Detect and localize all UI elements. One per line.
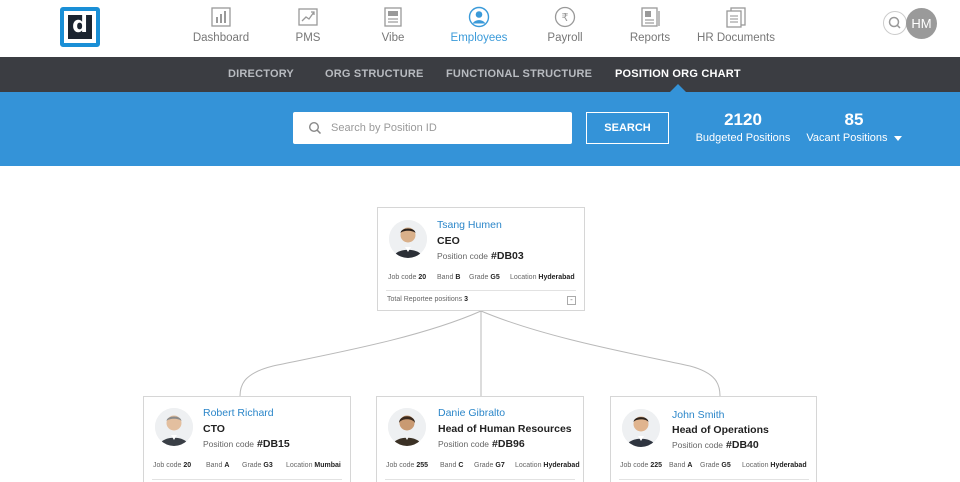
nav-label: Vibe <box>381 32 405 44</box>
location: Location Hyderabad <box>742 462 807 469</box>
nav-dashboard[interactable]: Dashboard <box>176 6 266 44</box>
position-code: Position code #DB40 <box>672 439 759 451</box>
position-title: CTO <box>203 423 225 435</box>
app-logo[interactable]: d <box>60 7 100 47</box>
vacant-positions-count: 85 <box>844 110 864 129</box>
position-title: CEO <box>437 235 460 247</box>
job-code: Job code 255 <box>386 462 429 469</box>
position-card-child[interactable]: Robert Richard CTO Position code #DB15 Jo… <box>143 396 351 482</box>
employee-photo <box>155 408 193 446</box>
job-code: Job code 225 <box>620 462 663 469</box>
grade: Grade G7 <box>474 462 505 469</box>
nav-hr-documents[interactable]: HR Documents <box>691 6 781 44</box>
nav-employees[interactable]: Employees <box>434 6 524 44</box>
rupee-icon: ₹ <box>554 6 576 28</box>
job-code: Job code 20 <box>153 462 192 469</box>
nav-label: Dashboard <box>192 32 250 44</box>
position-code: Position code #DB15 <box>203 438 290 450</box>
search-button[interactable]: SEARCH <box>586 112 669 144</box>
org-chart: Tsang Humen CEO Position code #DB03 Job c… <box>0 166 960 482</box>
vacant-positions-label: Vacant Positions <box>806 132 888 144</box>
position-code: Position code #DB03 <box>437 250 524 262</box>
nav-label: PMS <box>295 32 321 44</box>
position-card-child[interactable]: Danie Gibralto Head of Human Resources P… <box>376 396 584 482</box>
svg-text:₹: ₹ <box>562 11 569 24</box>
position-search-field <box>293 112 572 144</box>
employee-name[interactable]: Tsang Humen <box>437 219 502 231</box>
location: Location Hyderabad <box>510 274 575 281</box>
grade: Grade G5 <box>700 462 731 469</box>
card-divider <box>152 479 342 480</box>
search-icon <box>308 121 322 135</box>
grade: Grade G5 <box>469 274 500 281</box>
band: Band B <box>437 274 461 281</box>
bar-chart-icon <box>211 7 231 27</box>
location: Location Mumbai <box>286 462 341 469</box>
tab-directory[interactable]: DIRECTORY <box>228 57 294 92</box>
employee-name[interactable]: Danie Gibralto <box>438 407 505 419</box>
logo-letter: d <box>68 15 92 39</box>
global-search-button[interactable] <box>883 11 907 35</box>
collapse-button[interactable]: - <box>567 296 576 305</box>
card-divider <box>619 479 809 480</box>
nav-vibe[interactable]: Vibe <box>348 6 438 44</box>
vacant-positions-stat[interactable]: 85 Vacant Positions <box>800 110 908 144</box>
budgeted-positions-label: Budgeted Positions <box>695 132 791 144</box>
employee-photo <box>622 409 660 447</box>
grade: Grade G3 <box>242 462 273 469</box>
nav-label: Payroll <box>547 32 583 44</box>
employee-photo <box>388 408 426 446</box>
position-title: Head of Operations <box>672 424 769 436</box>
active-tab-indicator <box>670 84 686 92</box>
position-card-child[interactable]: John Smith Head of Operations Position c… <box>610 396 817 482</box>
employee-name[interactable]: John Smith <box>672 409 725 421</box>
search-band: SEARCH 2120 Budgeted Positions 85 Vacant… <box>0 92 960 166</box>
position-card-root[interactable]: Tsang Humen CEO Position code #DB03 Job c… <box>377 207 585 311</box>
nav-payroll[interactable]: ₹ Payroll <box>520 6 610 44</box>
band: Band A <box>206 462 230 469</box>
top-navbar: d Dashboard PMS Vibe Employees ₹ Payroll… <box>0 0 960 57</box>
tab-org-structure[interactable]: ORG STRUCTURE <box>325 57 424 92</box>
report-icon <box>641 7 660 27</box>
nav-reports[interactable]: Reports <box>605 6 695 44</box>
card-divider <box>385 479 575 480</box>
total-reportee-positions: Total Reportee positions 3 <box>387 296 468 303</box>
band: Band C <box>440 462 464 469</box>
nav-label: Employees <box>450 32 508 44</box>
budgeted-positions-stat: 2120 Budgeted Positions <box>693 110 793 144</box>
documents-icon <box>726 7 746 28</box>
job-code: Job code 20 <box>388 274 427 281</box>
position-code: Position code #DB96 <box>438 438 525 450</box>
growth-chart-icon <box>298 8 318 26</box>
sub-navbar: DIRECTORY ORG STRUCTURE FUNCTIONAL STRUC… <box>0 57 960 92</box>
employee-photo <box>389 220 427 258</box>
vacant-positions-dropdown[interactable]: Vacant Positions <box>800 132 908 144</box>
budgeted-positions-count: 2120 <box>724 110 762 129</box>
location: Location Hyderabad <box>515 462 580 469</box>
caret-down-icon <box>893 135 902 141</box>
nav-pms[interactable]: PMS <box>263 6 353 44</box>
person-icon <box>468 6 490 28</box>
card-divider <box>386 290 576 291</box>
nav-label: Reports <box>629 32 671 44</box>
nav-label: HR Documents <box>697 32 775 44</box>
position-search-input[interactable] <box>331 112 561 144</box>
user-avatar[interactable]: HM <box>906 8 937 39</box>
tab-functional-structure[interactable]: FUNCTIONAL STRUCTURE <box>446 57 592 92</box>
employee-name[interactable]: Robert Richard <box>203 407 274 419</box>
search-icon <box>888 16 901 29</box>
newspaper-icon <box>384 7 402 27</box>
position-title: Head of Human Resources <box>438 423 572 435</box>
band: Band A <box>669 462 693 469</box>
